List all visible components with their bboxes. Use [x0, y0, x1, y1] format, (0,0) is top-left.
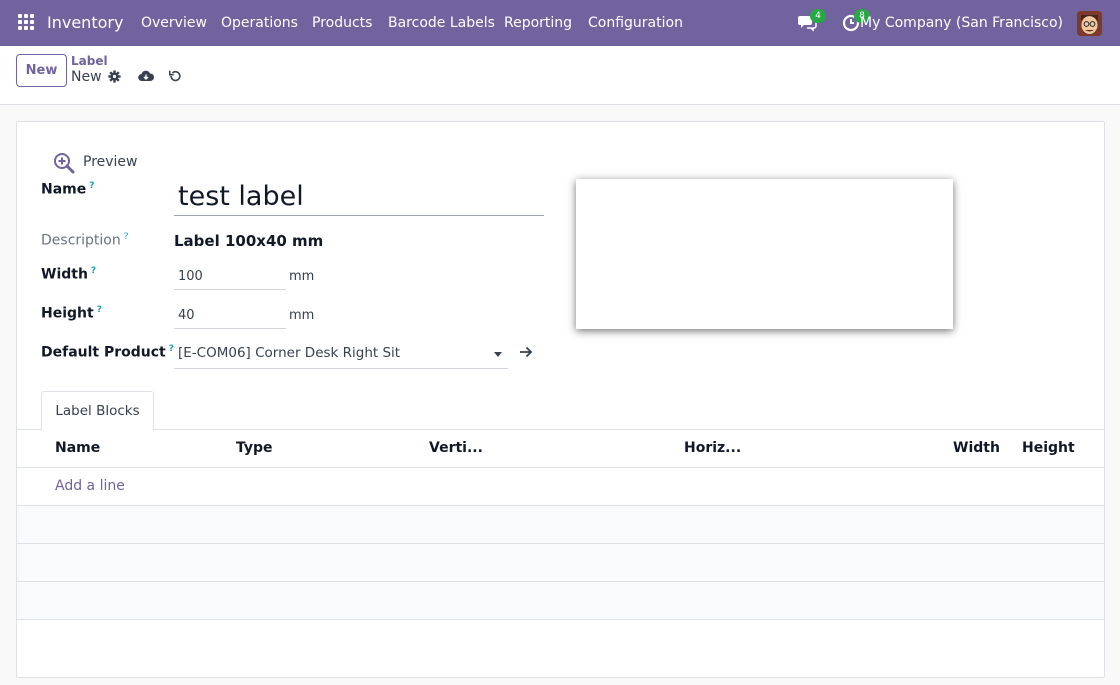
user-avatar[interactable] [1077, 11, 1102, 36]
column-header-width[interactable]: Width [953, 440, 1000, 456]
preview-label: Preview [83, 154, 138, 170]
menu-configuration[interactable]: Configuration [588, 15, 683, 31]
apps-grid-icon[interactable] [18, 14, 35, 31]
zoom-in-icon [54, 153, 75, 174]
label-preview-canvas [576, 179, 953, 329]
menu-reporting[interactable]: Reporting [504, 15, 572, 31]
column-header-vertical[interactable]: Verti... [429, 440, 483, 456]
new-button[interactable]: New [16, 54, 67, 87]
help-tooltip-icon[interactable]: ? [97, 305, 102, 315]
top-navbar: Inventory Overview Operations Products B… [0, 0, 1120, 46]
name-input[interactable] [174, 178, 544, 216]
help-tooltip-icon[interactable]: ? [91, 266, 96, 276]
caret-down-icon [494, 352, 502, 357]
messages-badge: 4 [810, 9, 826, 23]
table-divider [17, 619, 1104, 620]
default-product-field-label: Default Product? [41, 344, 174, 361]
default-product-select[interactable]: [E-COM06] Corner Desk Right Sit [174, 341, 508, 369]
description-value: Label 100x40 mm [174, 232, 324, 250]
height-field-label: Height? [41, 305, 102, 322]
height-input[interactable] [174, 303, 286, 329]
column-header-name[interactable]: Name [55, 440, 100, 456]
tab-label-blocks[interactable]: Label Blocks [41, 391, 154, 431]
table-divider [17, 467, 1104, 468]
menu-operations[interactable]: Operations [221, 15, 298, 31]
gear-icon[interactable] [108, 70, 121, 83]
discard-undo-icon[interactable] [168, 69, 182, 83]
menu-barcode-labels[interactable]: Barcode Labels [388, 15, 495, 31]
app-name[interactable]: Inventory [47, 13, 123, 32]
table-row-empty [17, 582, 1104, 619]
table-row-empty [17, 506, 1104, 543]
control-panel: New Label New [0, 46, 1120, 105]
breadcrumb-parent[interactable]: Label [71, 54, 108, 68]
tab-divider [17, 429, 1104, 430]
help-tooltip-icon[interactable]: ? [89, 181, 94, 191]
avatar-image [1077, 11, 1102, 36]
breadcrumb-current: New [71, 69, 102, 85]
menu-overview[interactable]: Overview [141, 15, 207, 31]
cloud-save-icon[interactable] [138, 69, 154, 83]
column-header-type[interactable]: Type [236, 440, 273, 456]
column-header-height[interactable]: Height [1022, 440, 1075, 456]
width-input[interactable] [174, 264, 286, 290]
width-unit: mm [289, 269, 315, 284]
column-header-horizontal[interactable]: Horiz... [684, 440, 741, 456]
menu-products[interactable]: Products [312, 15, 372, 31]
arrow-right-icon[interactable] [518, 345, 534, 359]
height-unit: mm [289, 308, 315, 323]
form-sheet: Preview Name? Description? Label 100x40 … [16, 121, 1105, 678]
name-field-label: Name? [41, 181, 95, 198]
help-tooltip-icon[interactable]: ? [124, 232, 129, 242]
width-field-label: Width? [41, 266, 97, 283]
table-row-empty [17, 544, 1104, 581]
default-product-value: [E-COM06] Corner Desk Right Sit [178, 345, 401, 361]
add-line-link[interactable]: Add a line [55, 478, 125, 494]
company-switcher[interactable]: My Company (San Francisco) [860, 15, 1063, 31]
description-field-label: Description? [41, 232, 129, 249]
messages-button[interactable]: 4 [797, 9, 826, 34]
